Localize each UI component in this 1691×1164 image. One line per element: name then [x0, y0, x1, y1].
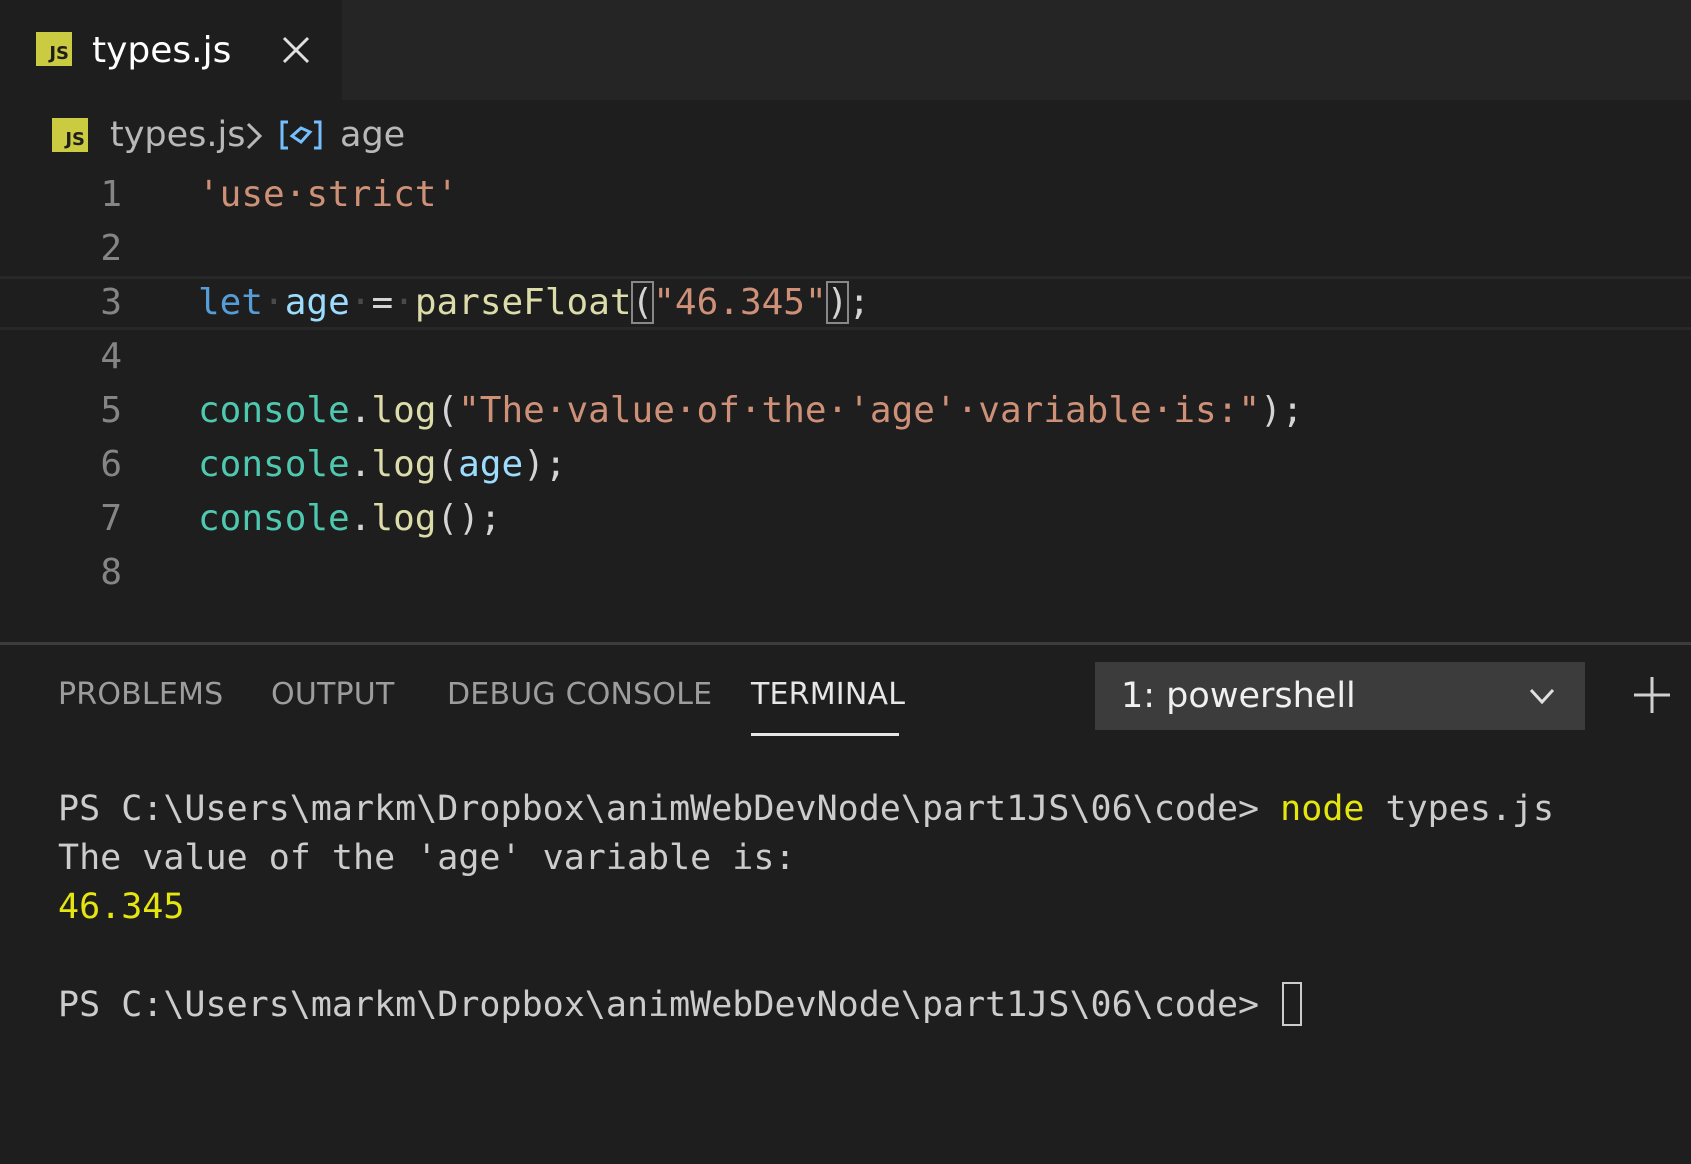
- terminal-select-label: 1: powershell: [1121, 676, 1356, 716]
- terminal-select[interactable]: 1: powershell: [1095, 662, 1585, 730]
- code-line: 4: [0, 330, 1691, 384]
- string-token: "The·value·of·the·'age'·variable·is:": [458, 390, 1261, 431]
- function-token: log: [371, 498, 437, 539]
- tab-debug-console[interactable]: DEBUG CONSOLE: [447, 675, 712, 715]
- close-icon[interactable]: [276, 30, 316, 70]
- terminal-line: The value of the 'age' variable is:: [58, 834, 796, 883]
- terminal-command: node: [1280, 789, 1365, 829]
- line-number: 7: [100, 498, 122, 539]
- semicolon-token: ;: [848, 282, 871, 323]
- breadcrumb-file[interactable]: types.js: [110, 112, 246, 158]
- whitespace-dot: ·: [349, 282, 372, 323]
- terminal-prompt: PS C:\Users\markm\Dropbox\animWebDevNode…: [58, 985, 1281, 1025]
- code-editor[interactable]: 1 'use·strict' 2 3 let·age·=·parseFloat(…: [0, 168, 1691, 642]
- bracket-close: ): [825, 281, 850, 324]
- code-line: 7 console.log();: [0, 492, 1691, 546]
- line-number: 4: [100, 336, 122, 377]
- punct-token: );: [1260, 390, 1304, 431]
- variable-icon: [280, 120, 322, 150]
- function-token: log: [371, 444, 437, 485]
- terminal-line: 46.345: [58, 883, 184, 932]
- tab-problems[interactable]: PROBLEMS: [58, 675, 223, 715]
- code-line: 1 'use·strict': [0, 168, 1691, 222]
- code-line: 8: [0, 546, 1691, 600]
- punct-token: (: [436, 390, 459, 431]
- code-text: console.log(age);: [198, 438, 567, 492]
- class-token: console: [198, 498, 350, 539]
- function-token: parseFloat: [414, 282, 632, 323]
- breadcrumb-symbol[interactable]: age: [340, 112, 405, 158]
- code-line-current: 3 let·age·=·parseFloat("46.345");: [0, 276, 1691, 330]
- js-icon: JS: [52, 118, 88, 152]
- active-tab-indicator: [751, 733, 899, 736]
- function-token: log: [371, 390, 437, 431]
- terminal-output[interactable]: PS C:\Users\markm\Dropbox\animWebDevNode…: [58, 785, 1554, 1026]
- code-line: 2: [0, 222, 1691, 276]
- operator-token: =: [371, 282, 394, 323]
- code-text: let·age·=·parseFloat("46.345");: [198, 276, 870, 330]
- tab-label: types.js: [92, 30, 232, 71]
- js-icon: JS: [36, 32, 72, 66]
- string-token: "46.345": [653, 282, 827, 323]
- class-token: console: [198, 444, 350, 485]
- class-token: console: [198, 390, 350, 431]
- terminal-line: PS C:\Users\markm\Dropbox\animWebDevNode…: [58, 785, 1554, 834]
- punct-token: .: [349, 390, 372, 431]
- line-number: 6: [100, 444, 122, 485]
- terminal-cursor: [1282, 982, 1303, 1026]
- line-number: 3: [100, 282, 122, 323]
- line-number: 5: [100, 390, 122, 431]
- code-line: 6 console.log(age);: [0, 438, 1691, 492]
- tab-terminal[interactable]: TERMINAL: [751, 675, 905, 715]
- chevron-down-icon: [1529, 688, 1555, 705]
- punct-token: ();: [436, 498, 502, 539]
- terminal-prompt: PS C:\Users\markm\Dropbox\animWebDevNode…: [58, 789, 1281, 829]
- line-number: 8: [100, 552, 122, 593]
- bracket-open: (: [630, 281, 655, 324]
- tab-output[interactable]: OUTPUT: [271, 675, 394, 715]
- editor-tab-bar: JS types.js: [0, 0, 1691, 100]
- punct-token: );: [523, 444, 567, 485]
- code-text: console.log("The·value·of·the·'age'·vari…: [198, 384, 1303, 438]
- punct-token: (: [436, 444, 459, 485]
- breadcrumb: JS types.js age: [0, 100, 1691, 172]
- code-text: 'use·strict': [198, 168, 458, 222]
- keyword-token: let: [198, 282, 264, 323]
- line-number: 1: [100, 174, 122, 215]
- whitespace-dot: ·: [263, 282, 285, 323]
- variable-token: age: [458, 444, 524, 485]
- bottom-panel: PROBLEMS OUTPUT DEBUG CONSOLE TERMINAL 1…: [0, 645, 1691, 1164]
- tab-types-js[interactable]: JS types.js: [0, 0, 342, 100]
- plus-icon[interactable]: [1630, 673, 1674, 717]
- punct-token: .: [349, 498, 372, 539]
- string-token: 'use·strict': [198, 174, 459, 215]
- terminal-output-value: 46.345: [58, 887, 185, 927]
- line-number: 2: [100, 228, 122, 269]
- whitespace-dot: ·: [393, 282, 415, 323]
- code-text: console.log();: [198, 492, 501, 546]
- variable-token: age: [284, 282, 350, 323]
- terminal-command-args: types.js: [1364, 789, 1555, 829]
- terminal-output-text: The value of the 'age' variable is:: [58, 838, 796, 878]
- terminal-line: PS C:\Users\markm\Dropbox\animWebDevNode…: [58, 981, 1303, 1030]
- punct-token: .: [349, 444, 372, 485]
- code-line: 5 console.log("The·value·of·the·'age'·va…: [0, 384, 1691, 438]
- chevron-right-icon: [246, 122, 263, 150]
